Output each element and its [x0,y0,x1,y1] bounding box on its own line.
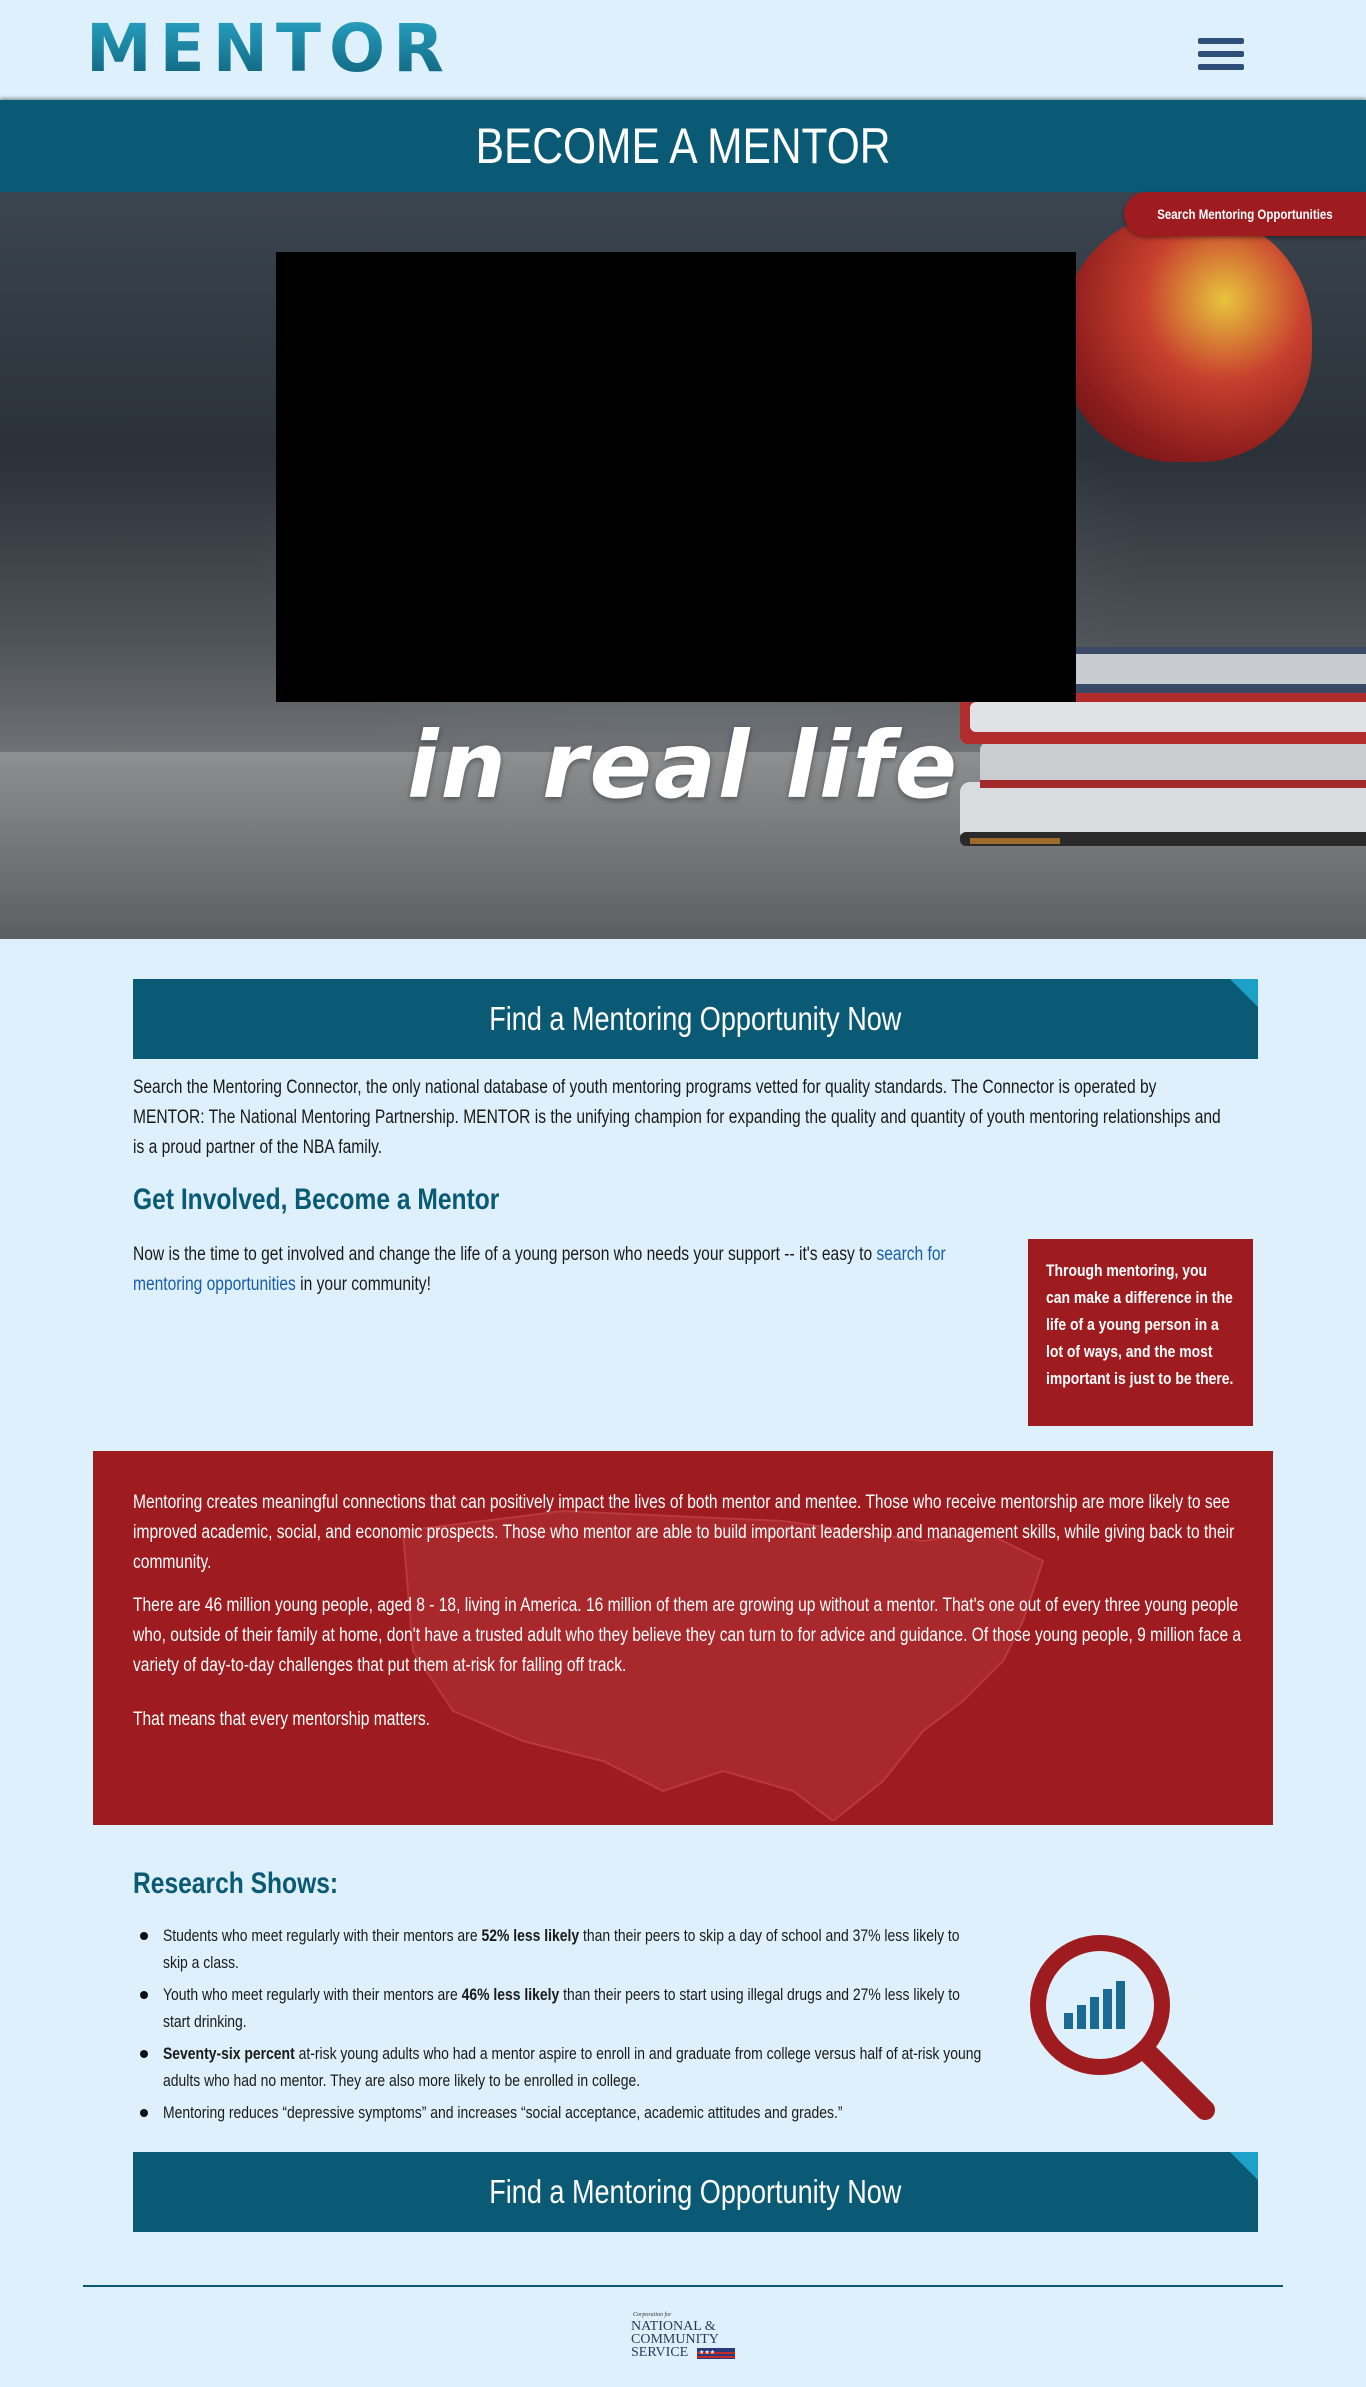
find-mentoring-opportunity-button[interactable]: Find a Mentoring Opportunity Now [133,2152,1258,2232]
flag-stars-icon: ★★★ [697,2348,735,2359]
page-title-band: BECOME A MENTOR [0,100,1366,192]
mentor-logo[interactable]: MENTOR [86,14,452,84]
cncs-logo-small-text: Corporation for [633,2312,672,2318]
search-mentoring-opportunities-button[interactable]: Search Mentoring Opportunities [1124,192,1366,236]
cta-label: Find a Mentoring Opportunity Now [489,2173,902,2210]
magnifier-chart-icon [1030,1935,1215,2120]
cta-corner-accent [1230,979,1258,1007]
video-player[interactable] [276,252,1076,702]
cta-corner-accent [1230,2152,1258,2180]
research-text: Youth who meet regularly with their ment… [163,1985,462,2004]
bullet [140,2050,148,2058]
research-list: Students who meet regularly with their m… [133,1922,993,2131]
site-header: MENTOR [0,0,1366,100]
research-stat: 46% less likely [461,1985,560,2004]
impact-paragraph-1: Mentoring creates meaningful connections… [133,1492,1235,1573]
list-item: Youth who meet regularly with their ment… [133,1981,993,2035]
research-text: Students who meet regularly with their m… [163,1926,482,1945]
page-title: BECOME A MENTOR [475,118,891,174]
search-tab-label: Search Mentoring Opportunities [1157,206,1333,222]
svg-text:★★★: ★★★ [699,2349,715,2356]
list-item: Students who meet regularly with their m… [133,1922,993,1976]
pull-quote-box: Through mentoring, you can make a differ… [1028,1239,1253,1426]
menu-bar [1198,38,1244,44]
menu-bar [1198,64,1244,70]
footer-divider [83,2285,1283,2287]
cncs-logo-line3: SERVICE [631,2345,689,2360]
impact-paragraph-2: There are 46 million young people, aged … [133,1595,1242,1676]
pull-quote-text: Through mentoring, you can make a differ… [1046,1261,1234,1388]
apple-image [1062,212,1312,462]
research-heading: Research Shows: [133,1867,339,1900]
list-item: Mentoring reduces “depressive symptoms” … [133,2099,993,2126]
mentoring-impact-band: Mentoring creates meaningful connections… [93,1451,1273,1825]
impact-paragraph-3: That means that every mentorship matters… [133,1709,431,1730]
list-item: Seventy-six percent at-risk young adults… [133,2040,993,2094]
get-involved-paragraph: Now is the time to get involved and chan… [133,1240,1002,1300]
hamburger-menu-icon[interactable] [1198,38,1244,70]
hero-tagline: in real life [407,712,959,819]
get-involved-text-before: Now is the time to get involved and chan… [133,1244,877,1265]
bullet [140,1991,148,1999]
menu-bar [1198,51,1244,57]
cncs-logo[interactable]: Corporation for NATIONAL & COMMUNITY SER… [631,2312,737,2362]
cta-label: Find a Mentoring Opportunity Now [489,1000,902,1037]
research-stat: 52% less likely [481,1926,580,1945]
get-involved-heading: Get Involved, Become a Mentor [133,1183,500,1216]
research-stat: Seventy-six percent [163,2044,295,2063]
bullet [140,2109,148,2117]
intro-paragraph: Search the Mentoring Connector, the only… [133,1077,1221,1158]
hero-section: in real life [0,192,1366,939]
bullet [140,1932,148,1940]
get-involved-text-after: in your community! [295,1274,431,1295]
find-mentoring-opportunity-button[interactable]: Find a Mentoring Opportunity Now [133,979,1258,1059]
research-text: Mentoring reduces “depressive symptoms” … [163,2103,843,2122]
